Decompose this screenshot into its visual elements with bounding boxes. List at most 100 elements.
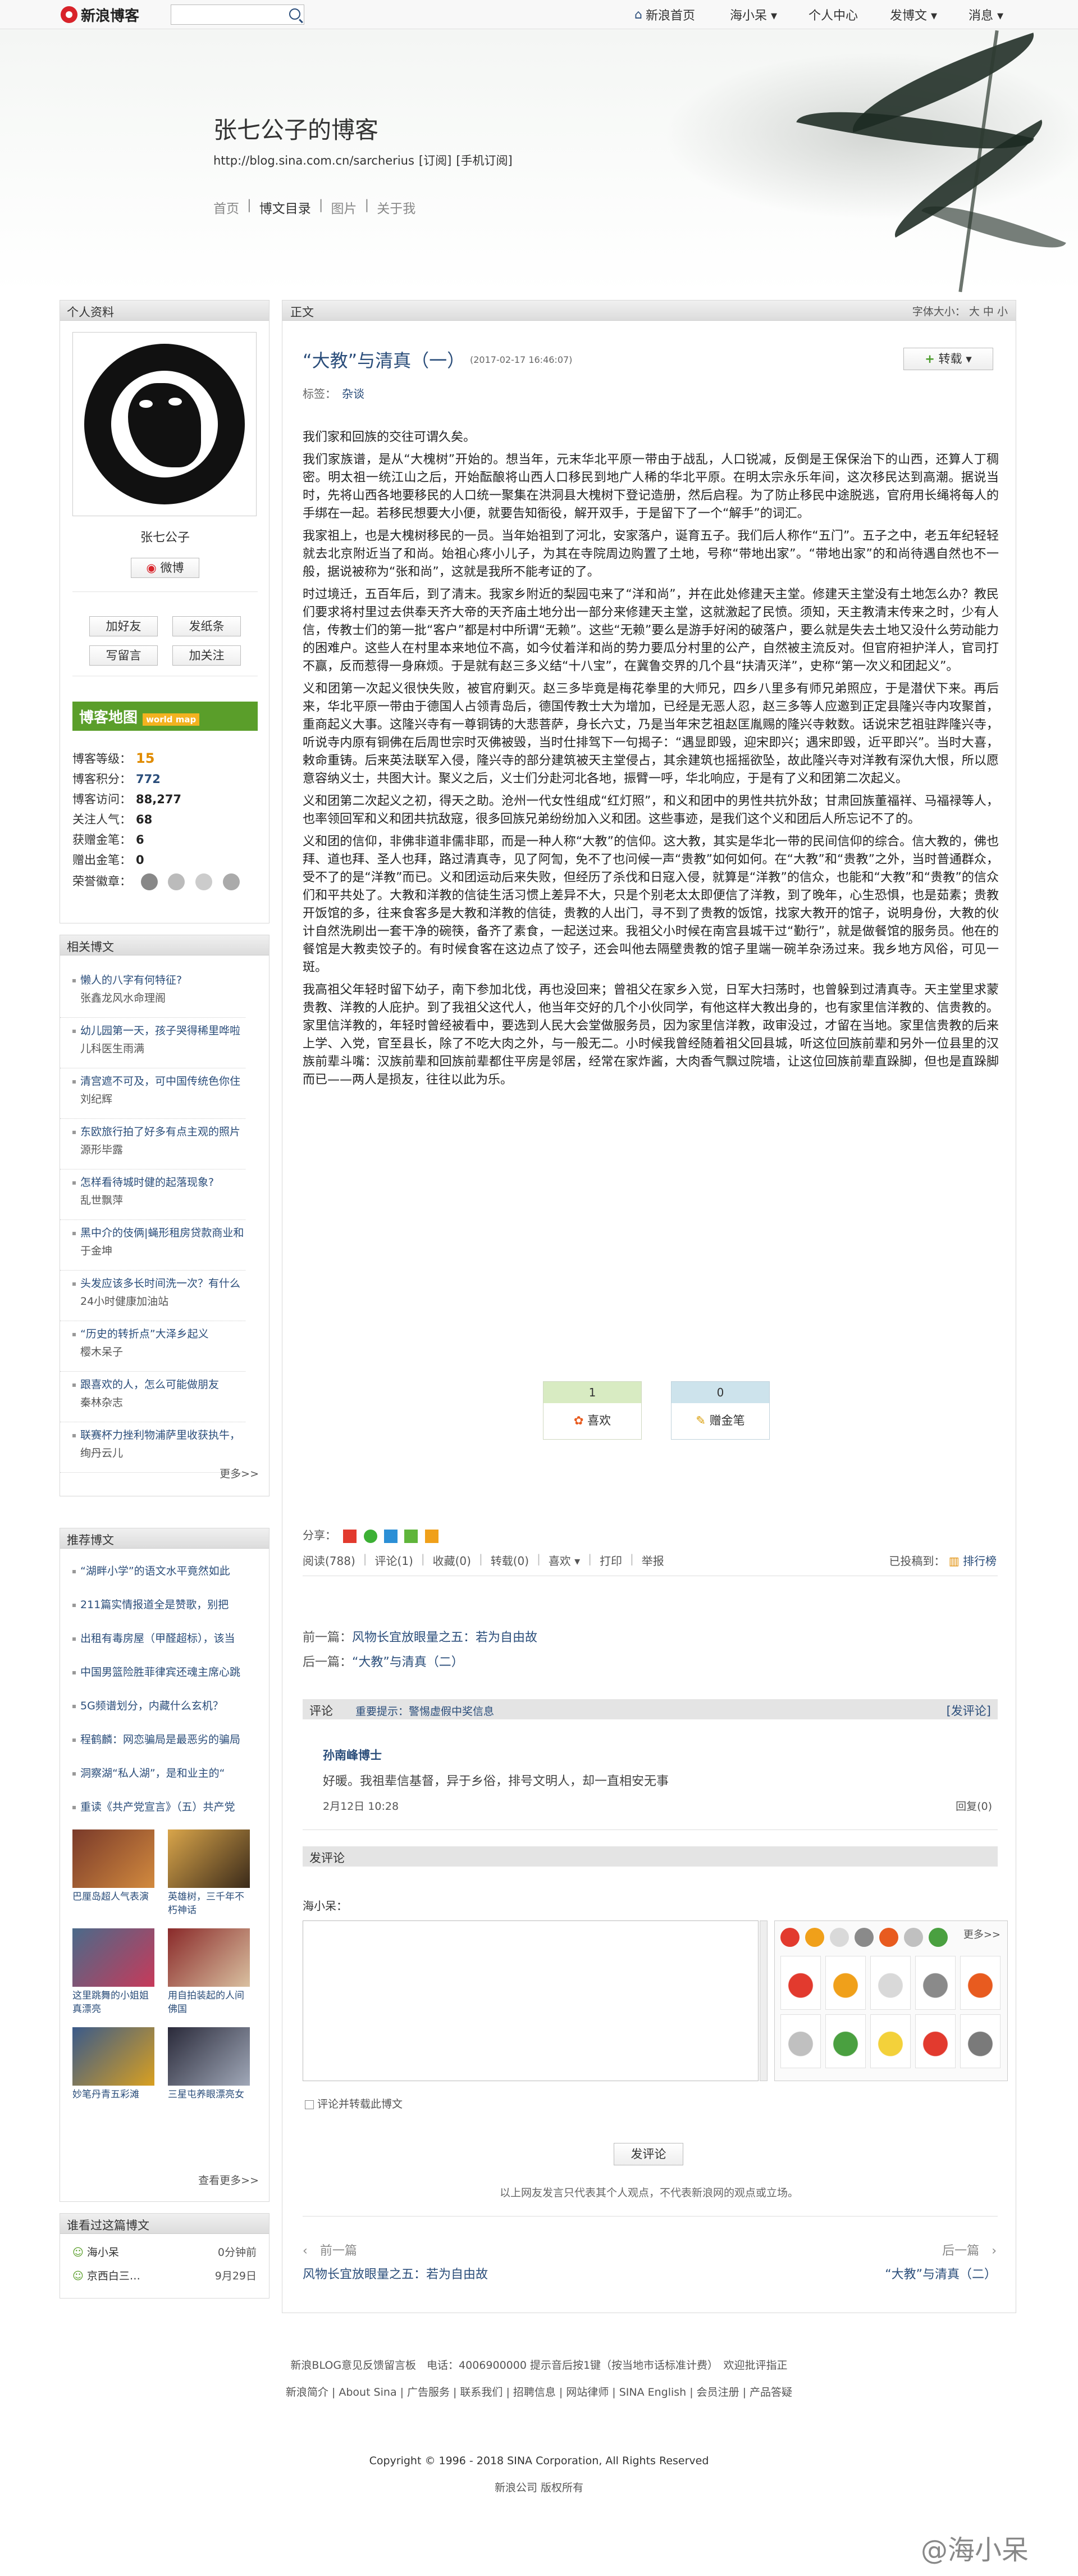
article-title[interactable]: “大教”与清真（一） — [303, 347, 465, 372]
footer-link[interactable]: SINA English — [619, 2386, 687, 2398]
recommended-photo[interactable]: 妙笔丹青五彩滩 — [72, 2027, 157, 2101]
recommended-post-link[interactable]: 211篇实情报道全是赞歌，别把 — [72, 1596, 258, 1614]
search-input[interactable] — [171, 4, 304, 25]
related-post-link[interactable]: 头发应该多长时间洗一次？有什么 24小时健康加油站 — [72, 1275, 258, 1310]
recommended-photo[interactable]: 用自拍装起的人间佛国 — [168, 1928, 252, 2016]
textarea-scrollbar[interactable] — [760, 1920, 768, 2081]
article-meta-item[interactable]: 评论(1) — [375, 1552, 413, 1568]
blog-title[interactable]: 张七公子的博客 — [213, 111, 378, 145]
repost-checkbox[interactable] — [305, 2100, 314, 2109]
related-more-link[interactable]: 更多>> — [220, 1466, 259, 1481]
related-post-link[interactable]: 怎样看待城时健的起落现象? 乱世飘萍 — [72, 1173, 258, 1209]
recommended-photo[interactable]: 巴厘岛超人气表演 — [72, 1829, 157, 1904]
nav-user-menu[interactable]: 海小呆 ▾ — [730, 0, 777, 29]
weibo-button[interactable]: ◉ 微博 — [131, 558, 199, 578]
emoji-icon[interactable] — [929, 1928, 948, 1947]
emoji-icon[interactable] — [825, 1956, 866, 2010]
badge-icon[interactable] — [168, 873, 185, 890]
scam-notice-link[interactable]: 重要提示：警惕虚假中奖信息 — [355, 1705, 494, 1718]
repost-button[interactable]: + 转载 ▾ — [903, 348, 993, 370]
next-post-link[interactable]: “大教”与清真（二） — [352, 1655, 464, 1669]
emoji-icon[interactable] — [830, 1928, 849, 1947]
footer-link[interactable]: 新浪简介 — [286, 2386, 328, 2398]
recommended-photo[interactable]: 英雄树，三千年不朽神话 — [168, 1829, 252, 1917]
tag-link[interactable]: 杂谈 — [342, 387, 364, 400]
prev-post-link[interactable]: 风物长宜放眼量之五：若为自由故 — [352, 1631, 537, 1645]
visitor-row[interactable]: ☺ 海小呆 — [72, 2244, 119, 2259]
emoji-icon[interactable] — [915, 1956, 956, 2010]
related-post-link[interactable]: 清宫遮不可及，可中国传统色你住 刘纪辉 — [72, 1072, 258, 1108]
badge-icon[interactable] — [140, 873, 158, 890]
related-post-link[interactable]: 东欧旅行拍了好多有点主观的照片 源形毕露 — [72, 1123, 258, 1159]
footer-link[interactable]: About Sina — [339, 2386, 396, 2398]
sina-blog-logo[interactable]: 新浪博客 — [61, 6, 139, 25]
footer-link[interactable]: 产品答疑 — [750, 2386, 792, 2398]
blog-nav-posts[interactable]: 博文目录 — [259, 198, 311, 217]
follow-button[interactable]: 加关注 — [172, 645, 241, 666]
blog-url[interactable]: http://blog.sina.com.cn/sarcherius — [213, 154, 414, 167]
nav-write-post[interactable]: 发博文 ▾ — [890, 0, 937, 29]
recommended-post-link[interactable]: 重读《共产党宣言》（五）共产党 — [72, 1798, 258, 1816]
footer-link[interactable]: 广告服务 — [407, 2386, 450, 2398]
comment-textarea[interactable] — [303, 1920, 759, 2081]
related-post-link[interactable]: 跟喜欢的人，怎么可能做朋友 秦林杂志 — [72, 1376, 258, 1412]
nav-personal-center[interactable]: 个人中心 — [808, 0, 858, 29]
related-post-link[interactable]: 黑中介的伎俩|蝇形租房贷款商业和 于金坤 — [72, 1224, 258, 1260]
font-small-button[interactable]: 小 — [997, 306, 1008, 318]
blog-nav-home[interactable]: 首页 — [213, 198, 239, 217]
recommended-photo[interactable]: 三星屯养眼漂亮女 — [168, 2027, 252, 2101]
footer-link[interactable]: 网站律师 — [566, 2386, 609, 2398]
blog-map-banner[interactable]: 博客地图 world map — [72, 702, 258, 731]
share-weibo-icon[interactable] — [343, 1529, 357, 1543]
emoji-icon[interactable] — [879, 1928, 898, 1947]
emoji-icon[interactable] — [870, 2014, 911, 2068]
emoji-icon[interactable] — [780, 1928, 800, 1947]
emoji-icon[interactable] — [904, 1928, 923, 1947]
mobile-subscribe-link[interactable]: [手机订阅] — [456, 154, 512, 167]
submit-comment-button[interactable]: 发评论 — [614, 2143, 683, 2165]
article-meta-item[interactable]: 阅读(788) — [303, 1552, 355, 1568]
related-post-link[interactable]: “历史的转折点”大泽乡起义 樱木呆子 — [72, 1325, 258, 1361]
related-post-link[interactable]: 联赛杯力挫利物浦萨里收获执牛， 绚丹云儿 — [72, 1426, 258, 1462]
nav-messages[interactable]: 消息 ▾ — [969, 0, 1003, 29]
rank-link[interactable]: 排行榜 — [963, 1554, 997, 1568]
emoji-more-link[interactable]: 更多>> — [963, 1927, 1001, 1941]
emoji-icon[interactable] — [915, 2014, 956, 2068]
share-wechat-icon[interactable] — [363, 1529, 377, 1543]
repost-checkbox-row[interactable]: 评论并转载此博文 — [305, 2096, 403, 2111]
blog-nav-photos[interactable]: 图片 — [331, 198, 357, 217]
pager-next-link[interactable]: “大教”与清真（二） — [885, 2264, 997, 2282]
article-meta-item[interactable]: 转载(0) — [491, 1552, 529, 1568]
article-meta-item[interactable]: 收藏(0) — [433, 1552, 471, 1568]
share-douban-icon[interactable] — [404, 1529, 418, 1543]
emoji-icon[interactable] — [825, 2014, 866, 2068]
post-comment-link[interactable]: [发评论] — [947, 1702, 991, 1719]
related-post-link[interactable]: 懒人的八字有何特征? 张鑫龙风水命理阁 — [72, 971, 258, 1007]
badge-icon[interactable] — [195, 873, 213, 890]
emoji-icon[interactable] — [780, 2014, 821, 2068]
recommended-post-link[interactable]: 程鹤麟：网恋骗局是最恶劣的骗局 — [72, 1731, 258, 1749]
add-friend-button[interactable]: 加好友 — [89, 616, 158, 636]
profile-name[interactable]: 张七公子 — [60, 527, 270, 545]
like-box[interactable]: 1 ✿ 喜欢 — [543, 1381, 642, 1440]
emoji-icon[interactable] — [855, 1928, 874, 1947]
comment-author[interactable]: 孙南峰博士 — [323, 1746, 382, 1763]
send-note-button[interactable]: 发纸条 — [172, 616, 241, 636]
footer-link[interactable]: 招聘信息 — [513, 2386, 556, 2398]
article-meta-item[interactable]: 喜欢 ▾ — [549, 1552, 580, 1568]
emoji-icon[interactable] — [805, 1928, 824, 1947]
gift-pen-box[interactable]: 0 ✎ 赠金笔 — [671, 1381, 770, 1440]
search-icon[interactable] — [289, 8, 300, 20]
subscribe-link[interactable]: [订阅] — [419, 154, 451, 167]
reply-link[interactable]: 回复(0) — [956, 1798, 992, 1813]
share-more-icon[interactable] — [424, 1529, 438, 1543]
footer-link[interactable]: 联系我们 — [460, 2386, 503, 2398]
blog-nav-about[interactable]: 关于我 — [377, 198, 415, 217]
recommended-post-link[interactable]: 中国男篮险胜菲律宾还魂主席心跳 — [72, 1663, 258, 1681]
emoji-icon[interactable] — [780, 1956, 821, 2010]
emoji-icon[interactable] — [960, 1956, 1001, 2010]
avatar[interactable] — [72, 332, 257, 516]
recommended-photo[interactable]: 这里跳舞的小姐姐真漂亮 — [72, 1928, 157, 2016]
font-large-button[interactable]: 大 — [969, 306, 980, 318]
nav-home[interactable]: ⌂ 新浪首页 — [634, 0, 695, 29]
